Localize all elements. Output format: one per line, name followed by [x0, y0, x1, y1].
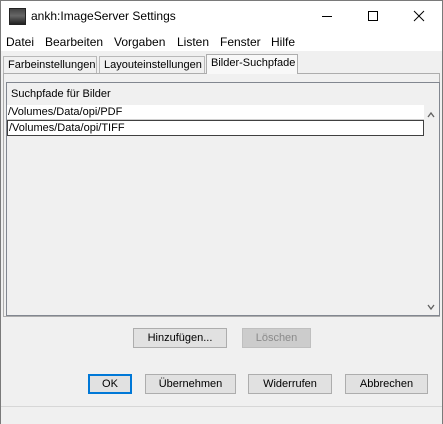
revert-button[interactable]: Widerrufen	[248, 374, 332, 394]
title-bar: ankh:ImageServer Settings	[1, 1, 442, 31]
menu-bar: Datei Bearbeiten Vorgaben Listen Fenster…	[1, 31, 442, 51]
ok-button[interactable]: OK	[88, 374, 132, 394]
menu-hilfe[interactable]: Hilfe	[271, 35, 295, 49]
search-paths-list[interactable]: Suchpfade für Bilder /Volumes/Data/opi/P…	[6, 82, 440, 316]
app-icon	[9, 8, 26, 25]
tab-bilder-suchpfade[interactable]: Bilder-Suchpfade	[206, 54, 298, 74]
maximize-button[interactable]	[350, 1, 396, 31]
list-header: Suchpfade für Bilder	[11, 88, 111, 100]
scroll-up-icon[interactable]	[427, 111, 435, 119]
minimize-icon	[322, 16, 332, 17]
search-paths-panel: Suchpfade für Bilder /Volumes/Data/opi/P…	[3, 73, 440, 317]
status-bar	[1, 406, 442, 424]
cancel-button[interactable]: Abbrechen	[345, 374, 428, 394]
scroll-down-icon[interactable]	[427, 303, 435, 311]
menu-fenster[interactable]: Fenster	[220, 35, 261, 49]
delete-path-button[interactable]: Löschen	[242, 328, 311, 348]
list-item-selected[interactable]: /Volumes/Data/opi/TIFF	[7, 120, 424, 136]
settings-window: ankh:ImageServer Settings Datei Bearbeit…	[0, 0, 443, 424]
list-item[interactable]: /Volumes/Data/opi/PDF	[7, 105, 424, 120]
menu-vorgaben[interactable]: Vorgaben	[114, 35, 165, 49]
list-rows: /Volumes/Data/opi/PDF /Volumes/Data/opi/…	[7, 105, 424, 136]
vertical-scrollbar[interactable]	[424, 105, 438, 313]
add-path-button[interactable]: Hinzufügen...	[133, 328, 227, 348]
menu-datei[interactable]: Datei	[6, 35, 34, 49]
maximize-icon	[368, 11, 378, 21]
apply-button[interactable]: Übernehmen	[145, 374, 236, 394]
menu-listen[interactable]: Listen	[177, 35, 209, 49]
menu-bearbeiten[interactable]: Bearbeiten	[45, 35, 103, 49]
window-title: ankh:ImageServer Settings	[31, 9, 176, 23]
close-icon	[413, 10, 425, 22]
minimize-button[interactable]	[304, 1, 350, 31]
close-button[interactable]	[396, 1, 442, 31]
tab-layouteinstellungen[interactable]: Layouteinstellungen	[99, 56, 205, 73]
tab-farbeinstellungen[interactable]: Farbeinstellungen	[3, 56, 97, 73]
